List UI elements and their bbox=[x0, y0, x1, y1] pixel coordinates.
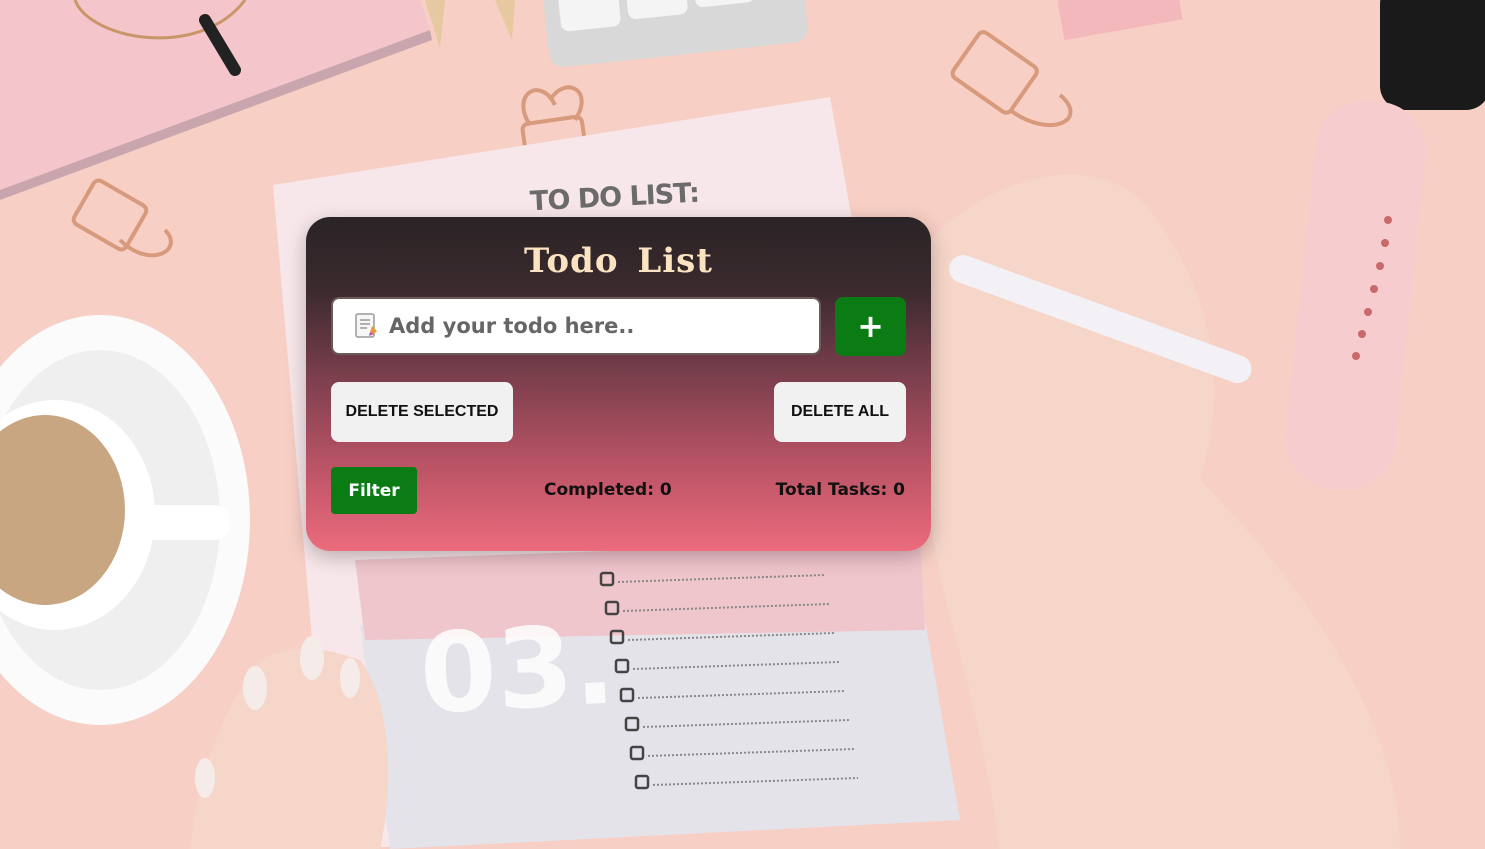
watch-shape bbox=[1380, 0, 1485, 110]
filter-button[interactable]: Filter bbox=[331, 467, 417, 514]
memo-icon bbox=[355, 313, 377, 338]
app-title: Todo List bbox=[523, 241, 714, 281]
total-tasks-count: Total Tasks: 0 bbox=[775, 480, 905, 500]
todo-card: Todo List + DELETE SELECTED DELETE ALL F… bbox=[306, 217, 931, 551]
delete-all-button[interactable]: DELETE ALL bbox=[774, 382, 906, 442]
todo-input-wrapper[interactable] bbox=[331, 297, 821, 355]
svg-text:03.: 03. bbox=[417, 601, 618, 739]
completed-count: Completed: 0 bbox=[544, 480, 672, 500]
todo-input[interactable] bbox=[389, 306, 789, 346]
desk-background: 03. TO DO LIST: Todo List Add your todo … bbox=[0, 0, 1485, 849]
add-todo-button[interactable]: + bbox=[835, 297, 906, 356]
delete-selected-button[interactable]: DELETE SELECTED bbox=[331, 382, 513, 442]
